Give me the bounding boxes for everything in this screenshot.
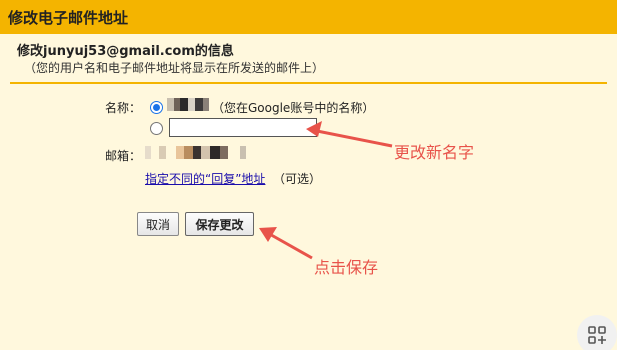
redacted-email <box>145 146 270 159</box>
section-divider <box>10 82 607 84</box>
annotation-change-name: 更改新名字 <box>394 143 475 162</box>
redacted-google-name <box>167 98 209 111</box>
name-label: 名称： <box>105 101 142 115</box>
custom-name-input[interactable] <box>169 118 317 137</box>
form-heading: 修改junyuj53@gmail.com的信息 <box>17 44 234 59</box>
different-reply-address-link[interactable]: 指定不同的“回复”地址 <box>145 170 265 187</box>
save-changes-button[interactable]: 保存更改 <box>185 212 254 236</box>
form-subheading: （您的用户名和电子邮件地址将显示在所发送的邮件上） <box>24 61 325 75</box>
optional-note: （可选） <box>273 172 322 186</box>
dialog-title-bar: 修改电子邮件地址 <box>0 0 617 34</box>
google-name-radio[interactable] <box>150 101 163 114</box>
annotation-click-save: 点击保存 <box>314 258 379 277</box>
floating-grid-button[interactable] <box>577 315 617 350</box>
cancel-button[interactable]: 取消 <box>137 212 179 236</box>
dialog-title: 修改电子邮件地址 <box>8 8 129 27</box>
email-label: 邮箱： <box>105 149 142 163</box>
grid-plus-icon <box>588 326 606 344</box>
google-name-note: （您在Google账号中的名称） <box>212 101 375 115</box>
custom-name-radio[interactable] <box>150 122 163 135</box>
